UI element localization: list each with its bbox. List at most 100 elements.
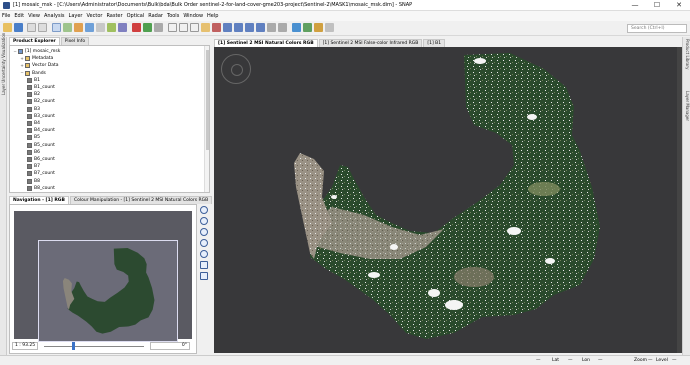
uncertainty-visualization-tab[interactable]: Layer Uncertainty Visualization	[1, 33, 6, 95]
zoom-tool-icon[interactable]	[190, 23, 199, 32]
menu-optical[interactable]: Optical	[127, 13, 145, 19]
gcp-icon[interactable]	[132, 23, 141, 32]
pan-tool-icon[interactable]	[179, 23, 188, 32]
tab-colour-manipulation[interactable]: Colour Manipulation - [1] Sentinel 2 MSI…	[69, 196, 213, 204]
pin-icon[interactable]	[143, 23, 152, 32]
tree-item[interactable]: B3_count	[27, 113, 55, 120]
profile-plot-icon[interactable]	[85, 23, 94, 32]
undo-icon[interactable]	[27, 23, 36, 32]
zoom-out-icon[interactable]	[200, 217, 208, 225]
minimize-button[interactable]: —	[624, 0, 646, 11]
tab-false-color-infrared-rgb[interactable]: [1] Sentinel 2 MSI False-color Infrared …	[318, 39, 423, 47]
image-view-scrollbar[interactable]	[677, 47, 682, 353]
zoom-slider-handle[interactable]	[72, 342, 75, 350]
tree-item[interactable]: B6_count	[27, 156, 55, 163]
tree-item[interactable]: B1	[27, 77, 40, 84]
tree-item[interactable]: B7_count	[27, 170, 55, 177]
tree-item[interactable]: B6	[27, 149, 40, 156]
tree-expander-icon[interactable]: +	[20, 63, 24, 68]
magic-wand-icon[interactable]	[267, 23, 276, 32]
navigation-viewport-frame[interactable]	[38, 240, 178, 342]
tree-item[interactable]: B5_count	[27, 142, 55, 149]
search-input[interactable]: Search (Ctrl+I)	[627, 24, 687, 33]
menu-radar[interactable]: Radar	[148, 13, 163, 19]
tree-item[interactable]: B4	[27, 120, 40, 127]
menu-raster[interactable]: Raster	[106, 13, 122, 19]
menu-window[interactable]: Window	[183, 13, 203, 19]
menu-help[interactable]: Help	[207, 13, 218, 19]
maximize-button[interactable]: ☐	[646, 0, 668, 11]
navigation-overview[interactable]	[14, 211, 192, 342]
close-button[interactable]: ✕	[668, 0, 690, 11]
draw-polygon-icon[interactable]	[234, 23, 243, 32]
statistics-icon[interactable]	[96, 23, 105, 32]
information-icon[interactable]	[118, 23, 127, 32]
sync-cursor-nav-icon[interactable]	[200, 272, 208, 280]
spectrum-icon[interactable]	[107, 23, 116, 32]
menu-analysis[interactable]: Analysis	[44, 13, 65, 19]
tree-item-label: Bands	[32, 70, 46, 76]
sync-views-nav-icon[interactable]	[200, 261, 208, 269]
tree-item[interactable]: B8	[27, 178, 40, 185]
tab-band-b1[interactable]: [1] B1	[423, 39, 446, 47]
tree-item[interactable]: B2	[27, 91, 40, 98]
tree-expander-icon[interactable]: −	[13, 49, 17, 54]
menu-edit[interactable]: Edit	[14, 13, 24, 19]
layer-manager-tab[interactable]: Layer Manager	[685, 91, 690, 121]
redo-icon[interactable]	[38, 23, 47, 32]
menu-vector[interactable]: Vector	[87, 13, 103, 19]
tree-item[interactable]: B1_count	[27, 84, 55, 91]
explorer-scrollbar[interactable]	[204, 46, 209, 192]
world-wind-icon[interactable]	[292, 23, 301, 32]
image-view[interactable]	[214, 47, 682, 353]
tree-item[interactable]: + Vector Data	[20, 62, 59, 69]
menu-file[interactable]: File	[2, 13, 10, 19]
draw-rectangle-icon[interactable]	[245, 23, 254, 32]
explorer-scroll-thumb[interactable]	[206, 50, 209, 150]
sync-cursor-icon[interactable]	[314, 23, 323, 32]
product-library-tab[interactable]: Product Library	[685, 39, 690, 69]
tree-item[interactable]: B4_count	[27, 127, 55, 134]
draw-line-icon[interactable]	[223, 23, 232, 32]
tree-item[interactable]: + Metadata	[20, 55, 53, 62]
band-maths-icon[interactable]	[52, 23, 61, 32]
range-finder-icon[interactable]	[278, 23, 287, 32]
tree-item[interactable]: B5	[27, 134, 40, 141]
tree-item[interactable]: − Bands	[20, 70, 46, 77]
gcp-placing-icon[interactable]	[212, 23, 221, 32]
save-product-icon[interactable]	[14, 23, 23, 32]
tree-item[interactable]: − [1] mosaic_msk	[13, 48, 60, 55]
open-product-icon[interactable]	[3, 23, 12, 32]
pin-placing-icon[interactable]	[201, 23, 210, 32]
menu-bar: File Edit View Analysis Layer Vector Ras…	[0, 11, 690, 21]
zoom-factor-field[interactable]: 1 : 93.25	[12, 342, 38, 350]
zoom-in-icon[interactable]	[200, 206, 208, 214]
tab-navigation[interactable]: Navigation - [1] RGB	[9, 196, 69, 204]
tab-natural-colors-rgb[interactable]: [1] Sentinel 2 MSI Natural Colors RGB	[214, 39, 318, 47]
tree-item[interactable]: B8_count	[27, 185, 55, 192]
tree-item[interactable]: B7	[27, 163, 40, 170]
zoom-slider[interactable]	[44, 346, 144, 347]
tree-expander-icon[interactable]: −	[20, 71, 24, 75]
tree-item[interactable]: B2_count	[27, 98, 55, 105]
tab-product-explorer[interactable]: Product Explorer	[9, 37, 60, 45]
left-side-strip[interactable]: Layer Uncertainty Visualization	[0, 33, 7, 355]
rotation-angle-field[interactable]: 0°	[150, 342, 190, 350]
tab-pixel-info[interactable]: Pixel Info	[60, 37, 90, 45]
tree-expander-icon[interactable]: +	[20, 56, 24, 61]
world-map-icon[interactable]	[303, 23, 312, 32]
time-series-icon[interactable]	[154, 23, 163, 32]
menu-tools[interactable]: Tools	[167, 13, 179, 19]
right-side-strip[interactable]: Product Library Layer Manager	[682, 37, 690, 355]
select-tool-icon[interactable]	[168, 23, 177, 32]
histogram-icon[interactable]	[63, 23, 72, 32]
zoom-default-icon[interactable]	[200, 239, 208, 247]
menu-view[interactable]: View	[28, 13, 40, 19]
draw-ellipse-icon[interactable]	[256, 23, 265, 32]
tree-item[interactable]: B3	[27, 106, 40, 113]
zoom-pixel-icon[interactable]	[200, 228, 208, 236]
menu-layer[interactable]: Layer	[69, 13, 83, 19]
scatter-plot-icon[interactable]	[74, 23, 83, 32]
zoom-all-icon[interactable]	[200, 250, 208, 258]
sync-views-icon[interactable]	[325, 23, 334, 32]
